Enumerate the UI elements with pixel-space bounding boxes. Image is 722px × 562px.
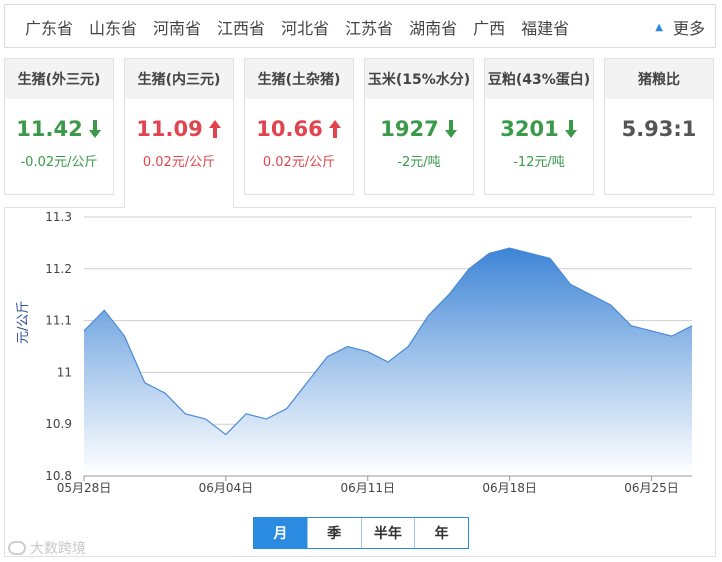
watermark-text: 大数跨境	[30, 541, 86, 557]
x-tick-label: 06月18日	[482, 481, 537, 495]
tab-quarter[interactable]: 季	[306, 518, 361, 548]
card-value-text: 11.09	[136, 117, 203, 141]
y-tick-label: 11.3	[45, 210, 72, 224]
tab-year[interactable]: 年	[414, 518, 468, 548]
card-value: 11.09	[125, 117, 233, 141]
price-chart: 10.810.91111.111.211.305月28日 06月04日 06月11日…	[45, 210, 693, 495]
x-tick-label: 06月04日	[199, 481, 254, 495]
card-title: 生猪(内三元)	[125, 59, 233, 99]
y-tick-label: 10.9	[45, 417, 72, 431]
watermark: 大数跨境	[8, 538, 86, 558]
x-tick-label: 06月11日	[340, 481, 395, 495]
tab-half-year[interactable]: 半年	[360, 518, 415, 548]
y-tick-label: 11.1	[45, 314, 72, 328]
y-tick-label: 11.2	[45, 262, 72, 276]
watermark-logo-icon	[8, 541, 26, 555]
price-card-pig-internal[interactable]: 生猪(内三元) 11.09 0.02元/公斤	[124, 58, 234, 208]
arrow-up-icon	[208, 120, 221, 138]
x-tick-label: 06月25日	[624, 481, 679, 495]
range-tabs: 月 季 半年 年	[253, 517, 469, 549]
x-tick-label: 05月28日	[57, 481, 112, 495]
y-tick-label: 11	[57, 365, 72, 379]
y-axis-label: 元/公斤	[16, 300, 31, 344]
card-change: 0.02元/公斤	[142, 155, 216, 170]
tab-month[interactable]: 月	[254, 518, 307, 548]
